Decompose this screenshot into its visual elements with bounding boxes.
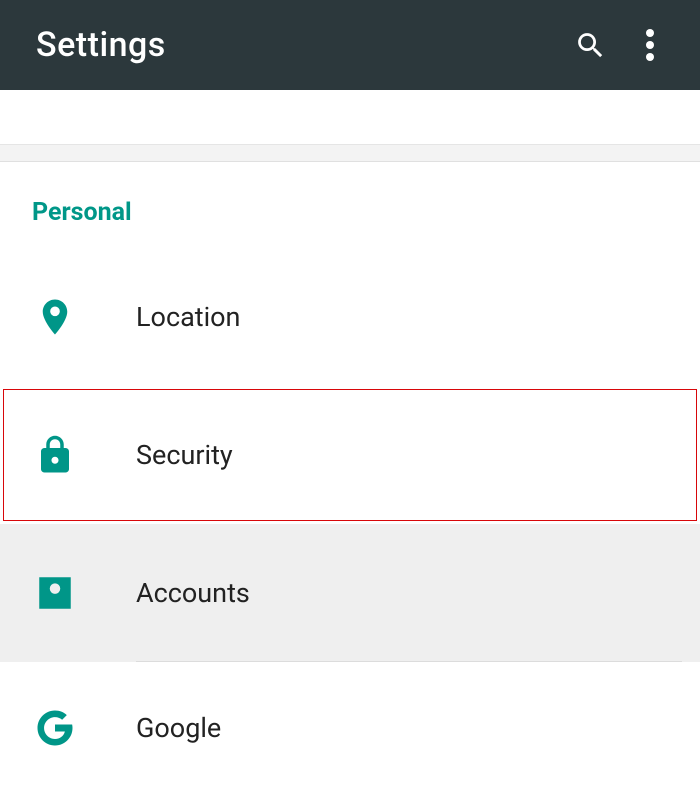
- section-divider: [0, 144, 700, 162]
- app-bar-title: Settings: [36, 25, 560, 65]
- lock-icon: [24, 434, 136, 476]
- settings-item-accounts[interactable]: Accounts: [0, 524, 700, 662]
- top-spacer: [0, 90, 700, 144]
- settings-item-location[interactable]: Location: [0, 248, 700, 386]
- settings-item-google[interactable]: Google: [0, 662, 700, 794]
- settings-item-security[interactable]: Security: [0, 386, 700, 524]
- settings-item-label: Location: [136, 301, 240, 333]
- person-box-icon: [24, 572, 136, 614]
- search-icon[interactable]: [560, 15, 620, 75]
- settings-list: Location Security Accounts Google: [0, 248, 700, 794]
- settings-item-label: Google: [136, 712, 221, 744]
- location-pin-icon: [24, 296, 136, 338]
- settings-item-label: Security: [136, 439, 233, 471]
- app-bar: Settings: [0, 0, 700, 90]
- section-header-label: Personal: [32, 198, 132, 227]
- settings-item-label: Accounts: [136, 577, 250, 609]
- section-header: Personal: [0, 162, 700, 248]
- overflow-menu-icon[interactable]: [620, 15, 680, 75]
- google-g-icon: [24, 707, 136, 749]
